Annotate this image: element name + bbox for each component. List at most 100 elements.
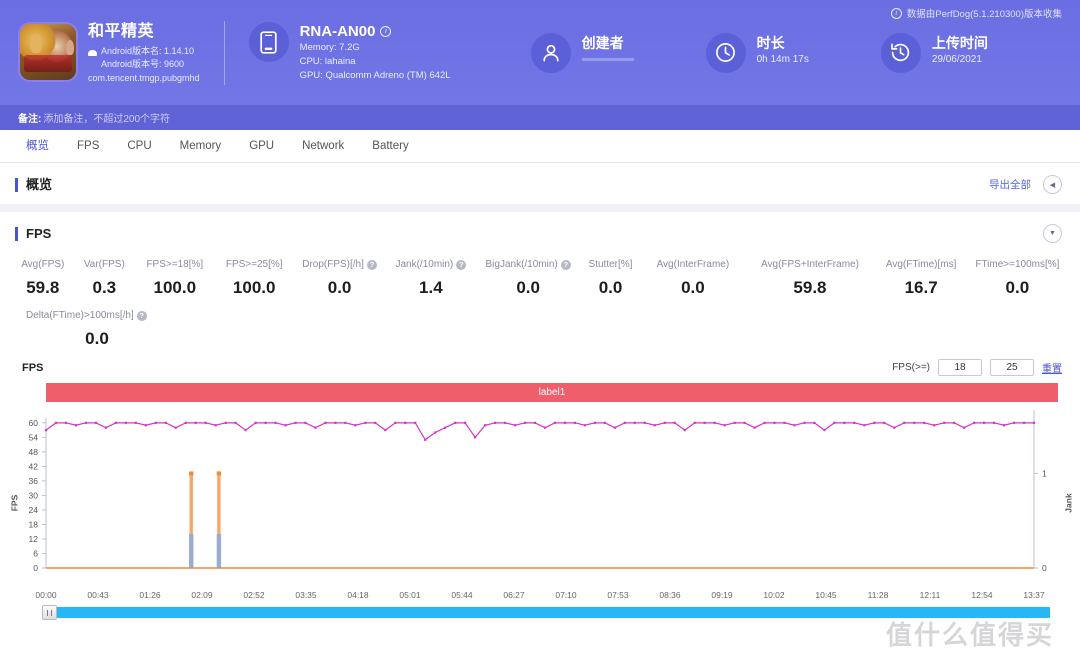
header-divider (223, 20, 225, 85)
svg-text:1: 1 (1042, 468, 1047, 478)
metric-value: 16.7 (904, 278, 938, 297)
x-tick-label: 10:45 (815, 590, 837, 600)
metric-label-text: Avg(FPS+InterFrame) (761, 259, 859, 270)
fps-threshold-controls: FPS(>=) 重置 (892, 359, 1062, 376)
svg-text:54: 54 (29, 432, 39, 442)
x-tick-label: 03:35 (295, 590, 317, 600)
metric-avg-interframe-: Avg(InterFrame) 0.0 (641, 257, 744, 298)
metric-jank-10min-: Jank(/10min)? 1.4 (385, 257, 476, 298)
clock-icon (705, 32, 746, 73)
tab-network[interactable]: Network (288, 130, 358, 163)
device-gpu: GPU: Qualcomm Adreno (TM) 642L (299, 70, 451, 81)
svg-text:36: 36 (29, 476, 39, 486)
metric-label-text: Avg(InterFrame) (656, 259, 730, 270)
x-tick-label: 00:43 (87, 590, 109, 600)
duration-stat: 时长 0h 14m 17s (705, 32, 809, 73)
tab-gpu[interactable]: GPU (235, 130, 288, 163)
app-info-block: 和平精英 Android版本名: 1.14.10 Android版本号: 960… (18, 22, 200, 83)
fps-plot-svg: 06121824303642485460012 (29, 410, 1047, 573)
tab-memory[interactable]: Memory (166, 130, 236, 163)
metric-label-text: Var(FPS) (83, 259, 125, 270)
tab-fps[interactable]: FPS (63, 130, 113, 163)
metric-label: Delta(FTime)>100ms[/h]? (26, 308, 147, 324)
fps-chart-header: FPS FPS(>=) 重置 (0, 357, 1080, 380)
help-icon[interactable]: ? (456, 260, 467, 270)
android-icon (88, 47, 97, 56)
metric-label-text: FTime>=100ms[%] (975, 259, 1060, 270)
tab-battery[interactable]: Battery (358, 130, 422, 163)
android-version-name-row: Android版本名: 1.14.10 (88, 45, 200, 58)
app-header: 和平精英 Android版本名: 1.14.10 Android版本号: 960… (0, 0, 1080, 105)
x-tick-label: 12:54 (971, 590, 993, 600)
metric-fps-25-: FPS>=25[%] 100.0 (215, 257, 294, 298)
phone-icon (248, 22, 289, 62)
metric-label-text: Avg(FPS) (21, 259, 65, 270)
svg-text:0: 0 (33, 563, 38, 573)
overview-section: 概览 导出全部 ◀ (0, 163, 1080, 204)
fps-x-axis-labels: 00:00 00:43 01:26 02:09 02:52 03:35 04:18 05:01… (0, 590, 1080, 604)
metric-label-text: Stutter[%] (588, 259, 633, 270)
metric-bigjank-10min-: BigJank(/10min)? 0.0 (477, 257, 580, 298)
x-tick-label: 02:52 (243, 590, 265, 600)
metric-label: Avg(FPS+InterFrame) (761, 257, 859, 273)
y-axis-title: FPS (9, 494, 20, 512)
fps-plot-area[interactable]: 06121824303642485460012 FPS Jank (0, 410, 1080, 590)
fps-section-bar: FPS ▼ (0, 212, 1080, 253)
watermark: 值什么值得买 (885, 620, 1054, 650)
svg-text:0: 0 (1042, 563, 1047, 573)
metric-value: 100.0 (232, 278, 276, 297)
metric-fps-18-: FPS>=18[%] 100.0 (135, 257, 214, 298)
help-icon[interactable]: ? (136, 311, 147, 321)
help-icon[interactable]: ? (560, 260, 571, 270)
x-tick-label: 09:19 (711, 590, 733, 600)
svg-text:30: 30 (29, 490, 39, 500)
metric-var-fps-: Var(FPS) 0.3 (74, 257, 136, 298)
x-tick-label: 07:53 (607, 590, 629, 600)
tab-overview[interactable]: 概览 (12, 130, 63, 163)
metric-avg-fps-: Avg(FPS) 59.8 (12, 257, 74, 298)
x-tick-label: 02:09 (191, 590, 213, 600)
x-tick-label: 05:44 (451, 590, 473, 600)
remark-label: 备注: (18, 114, 42, 125)
android-version-code-row: Android版本号: 9600 (88, 58, 200, 71)
perfdog-version-note: i 数据由PerfDog(5.1.210300)版本收集 (890, 6, 1062, 20)
tab-cpu[interactable]: CPU (113, 130, 165, 163)
metric-label: Stutter[%] (589, 257, 633, 273)
upload-time-label: 上传时间 (931, 34, 988, 51)
remark-bar[interactable]: 备注: 添加备注，不超过200个字符 (0, 105, 1080, 130)
export-all-link[interactable]: 导出全部 (989, 177, 1031, 192)
metric-ftime-100ms-: FTime>=100ms[%] 0.0 (967, 257, 1068, 298)
metric-label: FPS>=25[%] (226, 257, 283, 273)
fps-threshold-input-2[interactable] (990, 359, 1034, 376)
perfdog-version-text: 数据由PerfDog(5.1.210300)版本收集 (906, 9, 1062, 20)
svg-text:24: 24 (29, 505, 39, 515)
metric-label-text: FPS>=18[%] (146, 259, 204, 270)
metric-stutter-: Stutter[%] 0.0 (580, 257, 642, 298)
device-model-text: RNA-AN00 (299, 23, 376, 40)
creator-stat: 创建者 (530, 32, 634, 73)
reset-link[interactable]: 重置 (1042, 360, 1062, 375)
fps-threshold-input-1[interactable] (938, 359, 982, 376)
creator-value-redacted (581, 57, 634, 61)
help-icon[interactable]: ? (366, 260, 377, 270)
info-icon[interactable]: i (380, 26, 392, 37)
x-tick-label: 01:26 (139, 590, 161, 600)
metric-value: 0.0 (1005, 278, 1030, 297)
fps-chart-title: FPS (22, 361, 44, 374)
metric-label: FTime>=100ms[%] (975, 257, 1059, 273)
game-app-icon (18, 22, 78, 82)
chart-scroll-handle[interactable] (42, 605, 57, 620)
x-tick-label: 08:36 (659, 590, 681, 600)
remark-placeholder: 添加备注，不超过200个字符 (43, 114, 171, 125)
metric-value: 0.0 (516, 278, 540, 297)
nav-tabs: 概览 FPS CPU Memory GPU Network Battery (0, 130, 1080, 163)
metric-value: 0.0 (598, 278, 623, 297)
metric-label-text: BigJank(/10min) (485, 259, 558, 270)
metric-value: 0.3 (92, 278, 117, 297)
chevron-left-icon[interactable]: ◀ (1043, 175, 1062, 194)
svg-text:60: 60 (29, 418, 39, 428)
scene-label-bar[interactable]: label1 (46, 383, 1058, 402)
fps-title: FPS (15, 226, 51, 241)
chart-scrollbar[interactable] (42, 605, 1050, 620)
chevron-down-icon[interactable]: ▼ (1043, 224, 1062, 243)
